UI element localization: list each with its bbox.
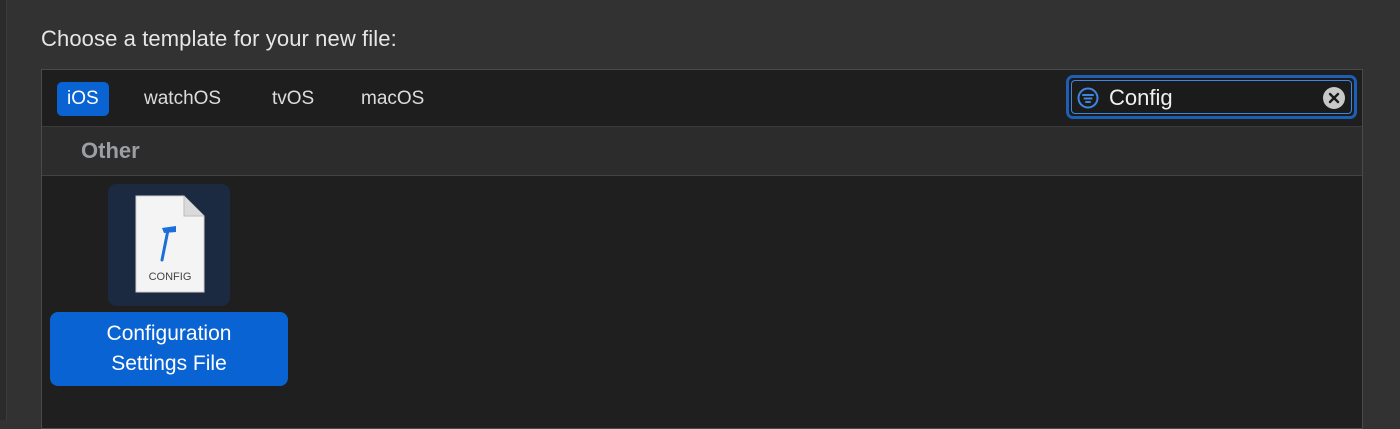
template-label[interactable]: Configuration Settings File [50,312,288,386]
tab-tvos[interactable]: tvOS [262,82,324,116]
template-label-line2: Settings File [111,352,227,375]
filter-icon[interactable] [1077,87,1099,109]
search-input[interactable]: Config [1109,85,1173,111]
platform-toolbar: iOS watchOS tvOS macOS Config [42,70,1362,127]
template-tile[interactable]: CONFIG [108,184,230,306]
search-field[interactable]: Config [1066,75,1357,119]
template-label-line1: Configuration [106,322,232,345]
tab-watchos[interactable]: watchOS [134,82,231,116]
config-caption: CONFIG [149,271,192,283]
tab-ios[interactable]: iOS [57,82,109,116]
config-file-icon: CONFIG [135,195,205,293]
window-edge [0,0,7,420]
section-header: Other [42,127,1362,176]
template-browser: iOS watchOS tvOS macOS Config Other CONF… [41,69,1363,429]
tab-macos[interactable]: macOS [351,82,434,116]
clear-icon[interactable] [1322,86,1346,110]
dialog-heading: Choose a template for your new file: [41,26,397,51]
section-title: Other [81,138,140,163]
